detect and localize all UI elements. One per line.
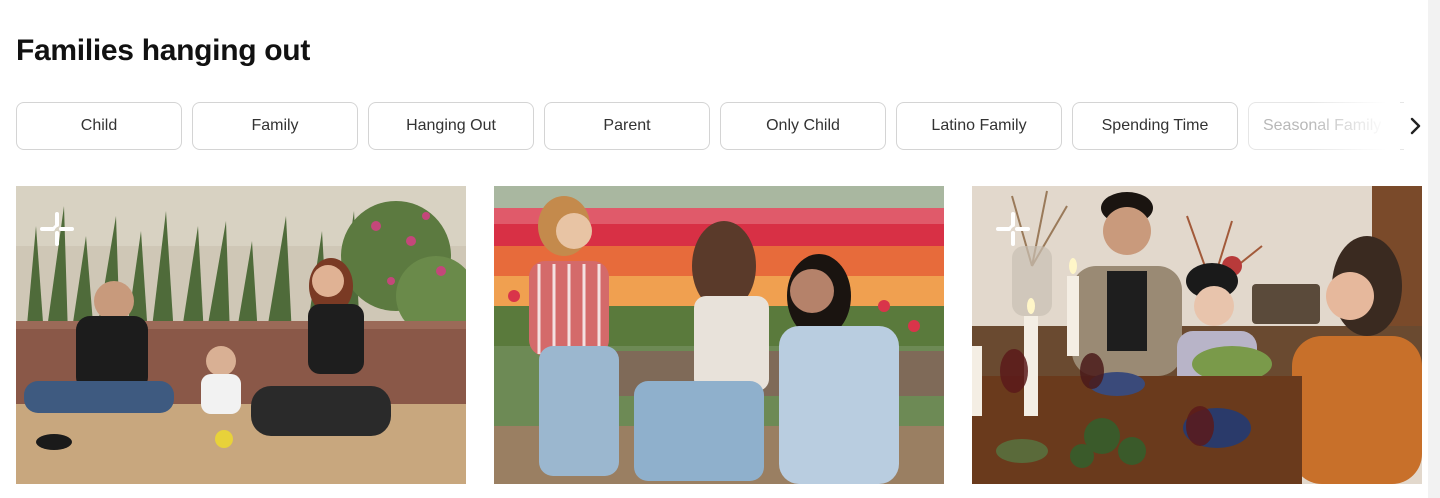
chip-family[interactable]: Family: [192, 102, 358, 150]
photo-card-family-patio[interactable]: [16, 186, 466, 484]
photo-family-patio: [16, 186, 466, 484]
premium-badge-icon: [40, 212, 74, 246]
photo-card-family-dinner[interactable]: [972, 186, 1422, 484]
chip-parent[interactable]: Parent: [544, 102, 710, 150]
page: Families hanging out Child Family Hangin…: [0, 0, 1440, 498]
chip-only-child[interactable]: Only Child: [720, 102, 886, 150]
related-search-chips: Child Family Hanging Out Parent Only Chi…: [16, 102, 1404, 150]
chip-child[interactable]: Child: [16, 102, 182, 150]
photo-tulip-field: [494, 186, 944, 484]
photo-card-tulip-field[interactable]: [494, 186, 944, 484]
chevron-right-icon: [1410, 117, 1421, 135]
page-title: Families hanging out: [16, 34, 311, 67]
photo-family-dinner: [972, 186, 1422, 484]
chip-hanging-out[interactable]: Hanging Out: [368, 102, 534, 150]
chip-spending-time[interactable]: Spending Time: [1072, 102, 1238, 150]
chip-seasonal-family[interactable]: Seasonal Family ...: [1248, 102, 1404, 150]
page-scrollbar[interactable]: [1428, 0, 1440, 498]
premium-badge-icon: [996, 212, 1030, 246]
chip-latino-family[interactable]: Latino Family: [896, 102, 1062, 150]
